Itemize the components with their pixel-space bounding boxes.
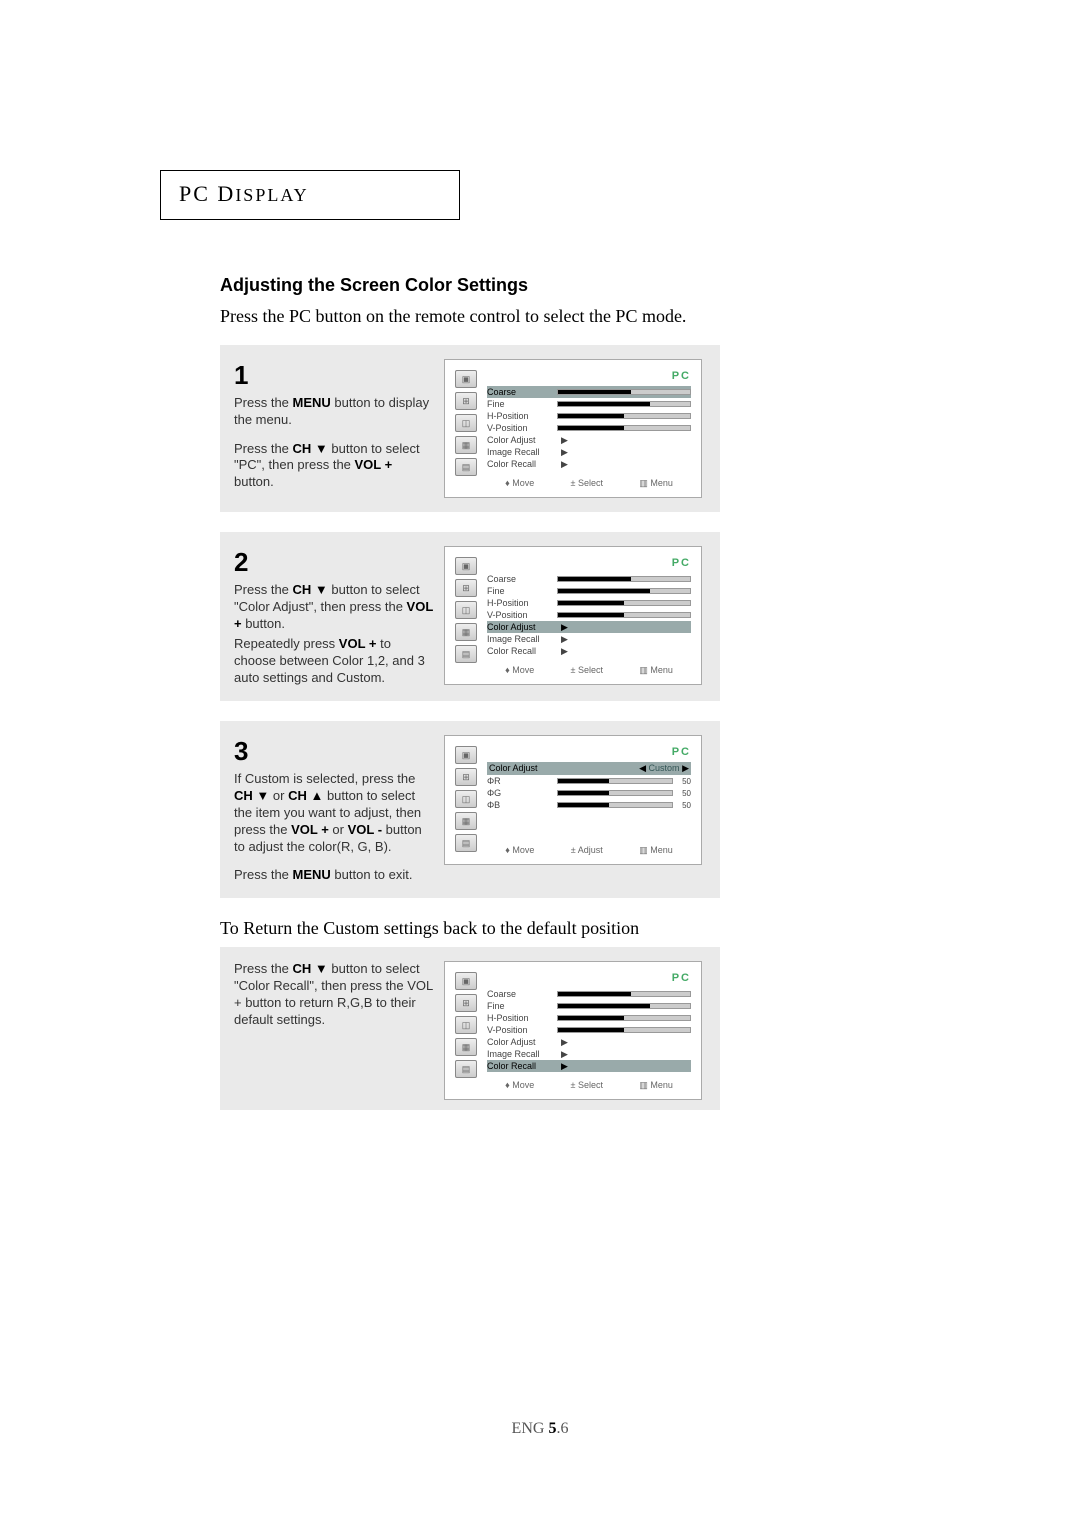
step-1-text: 1 Press the MENU button to display the m… (234, 359, 434, 498)
osd-tab-icon: ▤ (455, 834, 477, 852)
step-recall-text: Press the CH ▼ button to select "Color R… (234, 961, 434, 1100)
osd-tab-icon: ▦ (455, 812, 477, 830)
step-1-number: 1 (234, 359, 434, 393)
intro-text: Press the PC button on the remote contro… (220, 306, 1080, 327)
osd-tab-icon: ⊞ (455, 392, 477, 410)
osd-screenshot-4: ▣ ⊞ ◫ ▦ ▤ PC Coarse Fine H-Position V-Po… (444, 961, 702, 1100)
osd-tab-icon: ▤ (455, 458, 477, 476)
osd-tab-icon: ⊞ (455, 768, 477, 786)
osd-heading: PC (487, 746, 691, 758)
step-recall: Press the CH ▼ button to select "Color R… (220, 947, 720, 1110)
section-title: Adjusting the Screen Color Settings (220, 275, 1080, 296)
chapter-title-a: PC (179, 181, 210, 206)
step-2: 2 Press the CH ▼ button to select "Color… (220, 532, 720, 701)
osd-heading: PC (487, 370, 691, 382)
osd-tab-icon: ▦ (455, 623, 477, 641)
osd-tab-icon: ▦ (455, 1038, 477, 1056)
osd-tab-icon: ▣ (455, 972, 477, 990)
chapter-header: PC DISPLAY (160, 170, 460, 220)
osd-tab-icon: ⊞ (455, 579, 477, 597)
step-3-text: 3 If Custom is selected, press the CH ▼ … (234, 735, 434, 884)
osd-tab-icon: ▦ (455, 436, 477, 454)
step-2-number: 2 (234, 546, 434, 580)
osd-screenshot-1: ▣ ⊞ ◫ ▦ ▤ PC Coarse Fine H-Position V-Po… (444, 359, 702, 498)
osd-tab-icon: ▣ (455, 557, 477, 575)
page-footer: ENG 5.6 (0, 1420, 1080, 1438)
osd-heading: PC (487, 557, 691, 569)
osd-tab-icon: ⊞ (455, 994, 477, 1012)
return-subheading: To Return the Custom settings back to th… (220, 918, 1080, 939)
osd-tab-icon: ▤ (455, 645, 477, 663)
step-2-text: 2 Press the CH ▼ button to select "Color… (234, 546, 434, 687)
chapter-title-c: ISPLAY (235, 185, 308, 205)
osd-screenshot-3: ▣ ⊞ ◫ ▦ ▤ PC Color Adjust ◀ Custom ▶ ΦR5… (444, 735, 702, 865)
step-1: 1 Press the MENU button to display the m… (220, 345, 720, 512)
osd-screenshot-2: ▣ ⊞ ◫ ▦ ▤ PC Coarse Fine H-Position V-Po… (444, 546, 702, 685)
osd-tab-icon: ◫ (455, 601, 477, 619)
step-3: 3 If Custom is selected, press the CH ▼ … (220, 721, 720, 898)
chapter-title-b: D (210, 181, 235, 206)
osd-tab-icon: ◫ (455, 790, 477, 808)
osd-tab-icon: ▣ (455, 370, 477, 388)
osd-tab-icon: ▤ (455, 1060, 477, 1078)
osd-tab-icon: ▣ (455, 746, 477, 764)
osd-tab-icon: ◫ (455, 414, 477, 432)
step-3-number: 3 (234, 735, 434, 769)
osd-heading: PC (487, 972, 691, 984)
osd-tab-icon: ◫ (455, 1016, 477, 1034)
